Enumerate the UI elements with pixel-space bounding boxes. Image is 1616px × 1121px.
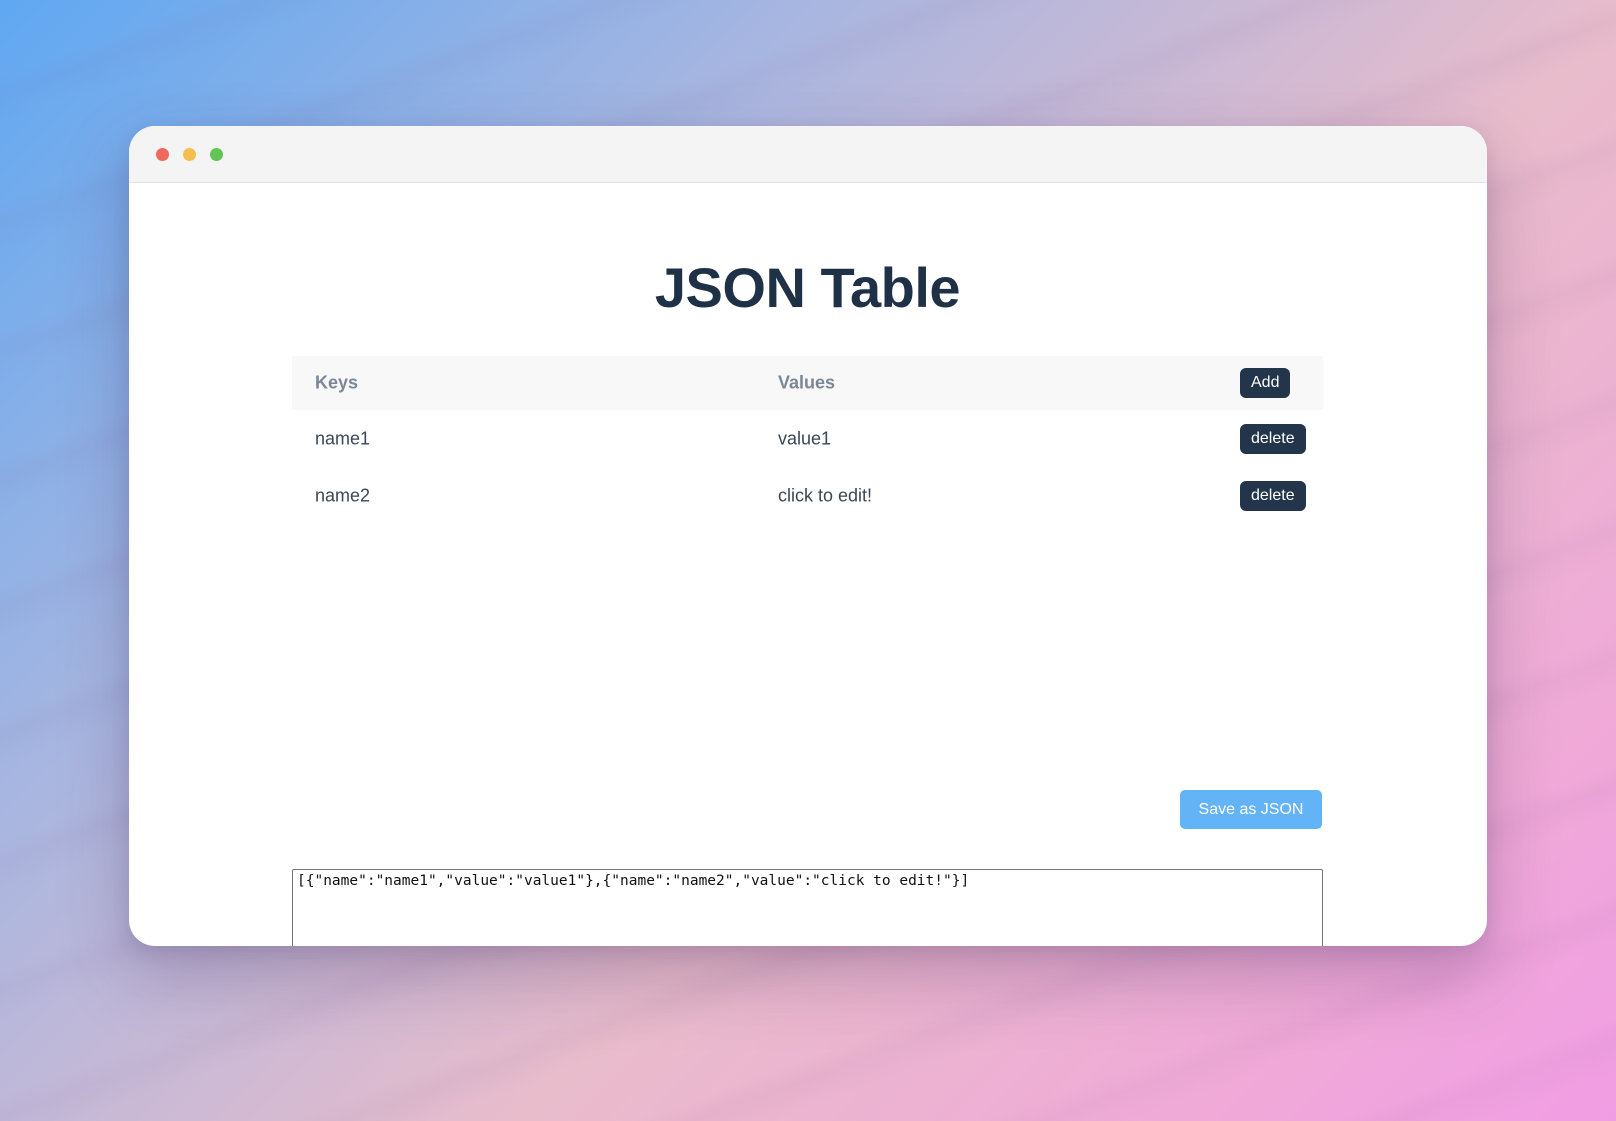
app-window: JSON Table Keys Values Add name1 value1 … [129,126,1487,946]
save-as-json-button[interactable]: Save as JSON [1180,790,1322,829]
table-header: Keys Values Add [292,356,1323,410]
delete-row-button[interactable]: delete [1240,423,1306,454]
json-table: Keys Values Add name1 value1 delete name… [292,356,1323,524]
row-value-cell[interactable]: click to edit! [778,485,872,506]
table-row: name2 click to edit! delete [292,467,1323,524]
row-key-cell[interactable]: name2 [315,485,370,506]
page-title: JSON Table [654,256,961,319]
row-key-cell[interactable]: name1 [315,428,370,449]
keys-column-header: Keys [315,372,359,393]
maximize-window-button[interactable] [210,148,223,161]
row-value-cell[interactable]: value1 [778,428,831,449]
delete-row-button[interactable]: delete [1240,480,1306,511]
close-window-button[interactable] [156,148,169,161]
minimize-window-button[interactable] [183,148,196,161]
values-column-header: Values [778,372,836,393]
window-titlebar [129,126,1487,183]
json-output-textarea[interactable]: [{"name":"name1","value":"value1"},{"nam… [292,869,1323,946]
add-row-button[interactable]: Add [1240,368,1291,398]
table-row: name1 value1 delete [292,410,1323,467]
